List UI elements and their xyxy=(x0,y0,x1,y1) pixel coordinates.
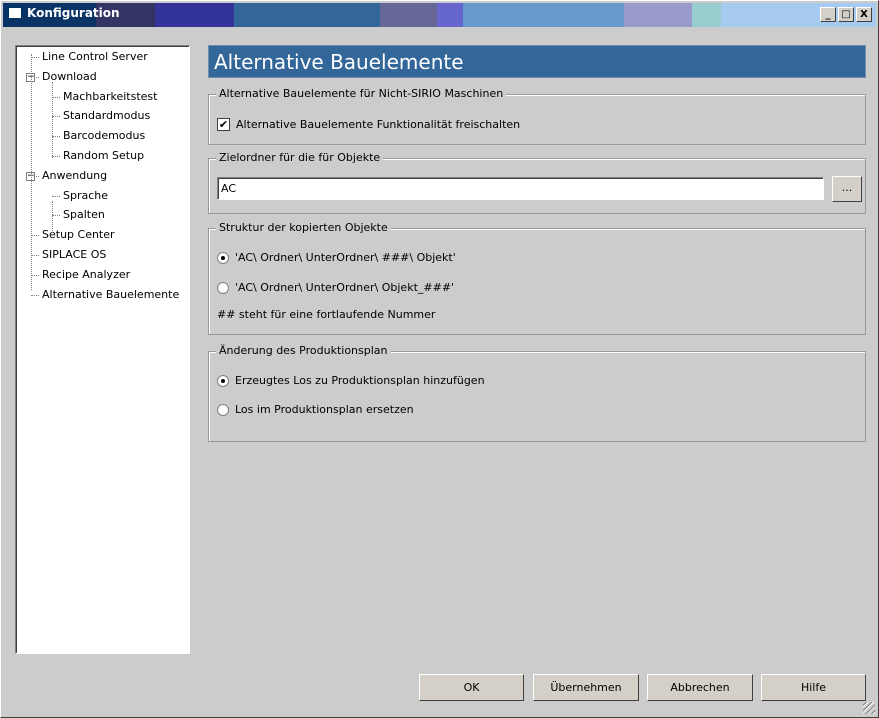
tree-item[interactable]: Line Control Server xyxy=(42,50,148,63)
title-color-block xyxy=(234,3,381,27)
enable-checkbox-label: Alternative Bauelemente Funktionalität f… xyxy=(236,118,521,131)
apply-button[interactable]: Übernehmen xyxy=(533,674,639,701)
maximize-button[interactable]: □ xyxy=(838,7,854,22)
plan-option-2[interactable]: Los im Produktionsplan ersetzen xyxy=(217,403,414,416)
tree-item[interactable]: Anwendung xyxy=(42,169,107,182)
plan-option-1[interactable]: Erzeugtes Los zu Produktionsplan hinzufü… xyxy=(217,374,485,387)
tree-line xyxy=(52,156,60,157)
structure-option-1[interactable]: 'AC\ Ordner\ UnterOrdner\ ###\ Objekt' xyxy=(217,251,456,264)
tree-line xyxy=(52,116,60,118)
radio-button[interactable] xyxy=(217,374,229,387)
note-text: ## steht für eine fortlaufende Nummer xyxy=(217,308,436,321)
title-color-block xyxy=(623,3,693,27)
ok-button[interactable]: OK xyxy=(419,674,524,701)
tree-item[interactable]: Standardmodus xyxy=(63,109,150,122)
radio-button[interactable] xyxy=(217,281,229,294)
group-target-folder: Zielordner für die für Objekte ... xyxy=(208,151,866,214)
help-button[interactable]: Hilfe xyxy=(761,674,866,701)
radio-button[interactable] xyxy=(217,251,229,264)
tree-line xyxy=(52,215,60,217)
app-icon xyxy=(7,6,23,20)
structure-note: ## steht für eine fortlaufende Nummer xyxy=(217,308,435,321)
tree-line xyxy=(52,201,53,233)
group-structure: Struktur der kopierten Objekte 'AC\ Ordn… xyxy=(208,221,866,335)
page-title: Alternative Bauelemente xyxy=(208,45,866,78)
group-production-plan: Änderung des Produktionsplan Erzeugtes L… xyxy=(208,344,866,442)
tree-line xyxy=(52,82,53,158)
config-window: Konfiguration _ □ X Line Control Server D… xyxy=(0,0,879,718)
radio-label: Los im Produktionsplan ersetzen xyxy=(235,403,414,416)
structure-option-2[interactable]: 'AC\ Ordner\ UnterOrdner\ Objekt_###' xyxy=(217,281,454,294)
tree-item[interactable]: SIPLACE OS xyxy=(42,248,106,261)
radio-button[interactable] xyxy=(217,403,229,416)
tree-line xyxy=(31,54,32,290)
enable-checkbox-row[interactable]: ✔ Alternative Bauelemente Funktionalität… xyxy=(217,118,520,131)
minimize-button[interactable]: _ xyxy=(820,7,836,22)
window-title: Konfiguration xyxy=(7,6,120,20)
title-color-block xyxy=(437,3,463,27)
tree-item[interactable]: Random Setup xyxy=(63,149,144,162)
group-legend: Struktur der kopierten Objekte xyxy=(216,221,391,234)
title-color-block xyxy=(462,3,624,27)
tree-line xyxy=(52,96,60,98)
group-alternative-components: Alternative Bauelemente für Nicht-SIRIO … xyxy=(208,87,866,145)
tree-item[interactable]: Barcodemodus xyxy=(63,129,145,142)
navigation-tree[interactable]: Line Control Server Download − Machbarkeits… xyxy=(15,45,190,654)
tree-item[interactable]: Sprache xyxy=(63,189,108,202)
tree-item[interactable]: Recipe Analyzer xyxy=(42,268,130,281)
group-legend: Zielordner für die für Objekte xyxy=(216,151,384,164)
title-color-block xyxy=(692,3,722,27)
radio-label: 'AC\ Ordner\ UnterOrdner\ ###\ Objekt' xyxy=(235,251,456,264)
tree-line xyxy=(31,294,39,296)
tree-line xyxy=(31,57,39,58)
title-color-block xyxy=(380,3,437,27)
tree-line xyxy=(52,195,60,197)
tree-item[interactable]: Download xyxy=(42,70,97,83)
target-folder-input[interactable] xyxy=(217,177,824,200)
title-color-block xyxy=(154,3,235,27)
tree-item[interactable]: Machbarkeitstest xyxy=(63,90,157,103)
tree-line xyxy=(31,255,39,256)
tree-line xyxy=(31,235,39,237)
browse-button[interactable]: ... xyxy=(832,176,862,202)
resize-grip[interactable] xyxy=(863,702,875,714)
title-bar[interactable] xyxy=(3,3,876,27)
tree-line xyxy=(52,136,60,138)
group-legend: Alternative Bauelemente für Nicht-SIRIO … xyxy=(216,87,507,100)
tree-item[interactable]: Spalten xyxy=(63,208,105,221)
tree-item[interactable]: Alternative Bauelemente xyxy=(42,288,179,301)
enable-checkbox[interactable]: ✔ xyxy=(217,118,230,131)
cancel-button[interactable]: Abbrechen xyxy=(647,674,753,701)
tree-line xyxy=(31,274,39,276)
group-legend: Änderung des Produktionsplan xyxy=(216,344,391,357)
close-button[interactable]: X xyxy=(856,7,872,22)
window-title-text: Konfiguration xyxy=(27,6,120,20)
radio-label: Erzeugtes Los zu Produktionsplan hinzufü… xyxy=(235,374,485,387)
radio-label: 'AC\ Ordner\ UnterOrdner\ Objekt_###' xyxy=(235,281,455,294)
